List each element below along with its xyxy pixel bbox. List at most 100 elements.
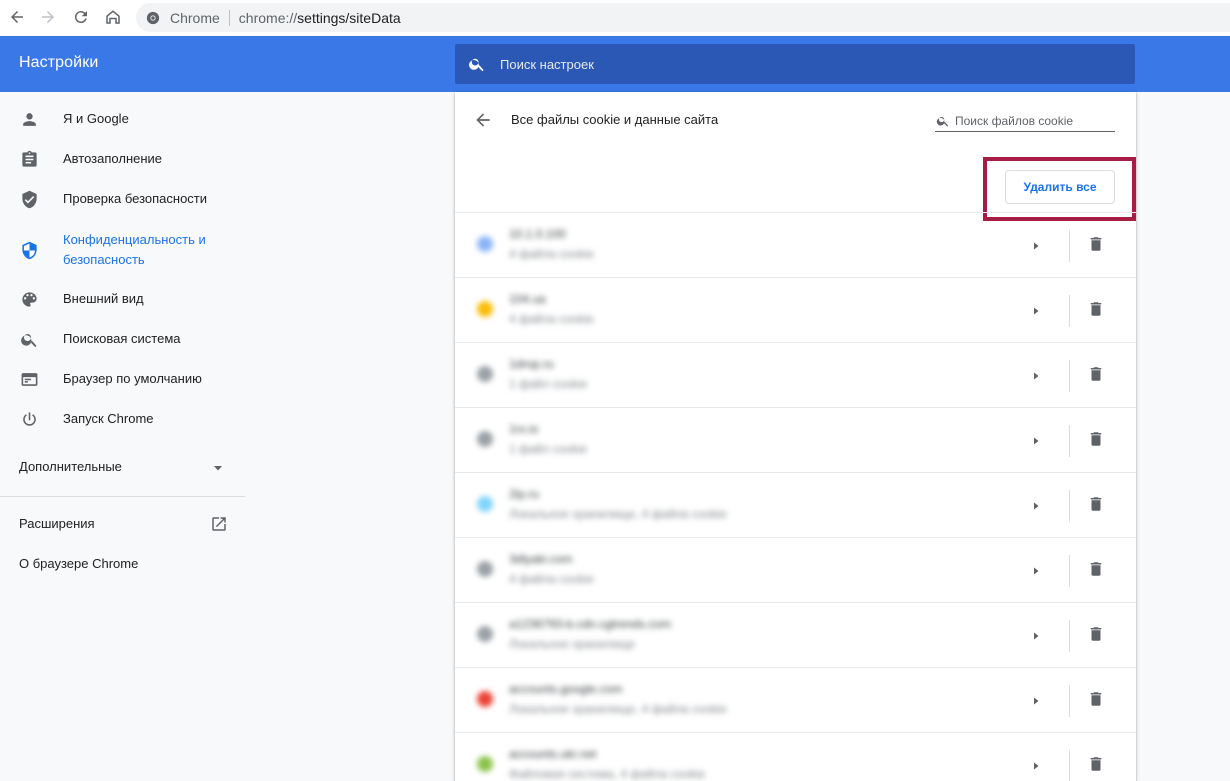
- cookie-search-box[interactable]: [935, 110, 1115, 132]
- page-title: Настройки: [19, 54, 99, 71]
- arrow-right-icon[interactable]: [1029, 434, 1043, 448]
- sidebar-advanced-toggle[interactable]: Дополнительные: [0, 447, 245, 487]
- site-favicon: [477, 561, 493, 577]
- trash-icon[interactable]: [1087, 625, 1105, 643]
- shield-check-icon: [19, 189, 39, 209]
- site-row[interactable]: 2ip.ru Локальное хранилище, 4 файла cooki…: [455, 472, 1136, 537]
- sidebar-item-label: Запуск Chrome: [63, 411, 154, 426]
- sidebar-item-default-browser[interactable]: Браузер по умолчанию: [0, 359, 245, 399]
- back-button[interactable]: [1, 1, 33, 33]
- arrow-right-icon[interactable]: [1029, 694, 1043, 708]
- site-info: accounts.ukr.net Файловая система, 4 файл…: [455, 733, 841, 781]
- sidebar-item-safety-check[interactable]: Проверка безопасности: [0, 179, 245, 219]
- power-icon: [19, 409, 39, 429]
- site-row[interactable]: 104.ua 4 файла cookie: [455, 277, 1136, 342]
- browser-toolbar: Chrome chrome://settings/siteData: [0, 0, 1230, 36]
- site-favicon: [477, 236, 493, 252]
- site-detail: Локальное хранилище: [509, 637, 636, 651]
- trash-icon[interactable]: [1087, 495, 1105, 513]
- site-detail: Локальное хранилище, 4 файла cookie: [509, 702, 727, 716]
- arrow-right-icon[interactable]: [1029, 564, 1043, 578]
- sidebar-item-you-and-google[interactable]: Я и Google: [0, 99, 245, 139]
- settings-search-box[interactable]: [455, 44, 1135, 84]
- site-row[interactable]: 1drop.ru 1 файл cookie: [455, 342, 1136, 407]
- back-arrow-icon: [11, 11, 23, 23]
- site-info: 10.1.0.100 4 файла cookie: [455, 213, 841, 277]
- forward-arrow-icon: [42, 11, 54, 23]
- omnibox-divider: [228, 9, 230, 26]
- sidebar-item-about-chrome[interactable]: О браузере Chrome: [0, 544, 245, 584]
- sidebar-item-autofill[interactable]: Автозаполнение: [0, 139, 245, 179]
- row-divider: [1069, 620, 1070, 652]
- site-favicon: [477, 626, 493, 642]
- arrow-right-icon[interactable]: [1029, 304, 1043, 318]
- site-info: 1drop.ru 1 файл cookie: [455, 343, 841, 407]
- site-detail: 1 файл cookie: [509, 442, 588, 456]
- remove-all-button[interactable]: Удалить все: [1005, 170, 1115, 204]
- row-divider: [1069, 490, 1070, 522]
- trash-icon[interactable]: [1087, 300, 1105, 318]
- arrow-right-icon[interactable]: [1029, 759, 1043, 773]
- search-icon: [469, 58, 484, 72]
- site-row[interactable]: 3dlyaki.com 4 файла cookie: [455, 537, 1136, 602]
- site-row[interactable]: accounts.google.com Локальное хранилище, …: [455, 667, 1136, 732]
- site-name: accounts.google.com: [509, 682, 623, 696]
- sidebar-item-label: Я и Google: [63, 111, 129, 126]
- site-name: a1236793-b.cdn.cgtrends.com: [509, 617, 672, 631]
- sidebar-item-appearance[interactable]: Внешний вид: [0, 279, 245, 319]
- back-arrow-icon[interactable]: [473, 110, 493, 130]
- trash-icon[interactable]: [1087, 560, 1105, 578]
- arrow-right-icon[interactable]: [1029, 629, 1043, 643]
- row-divider: [1069, 295, 1070, 327]
- chrome-logo-icon: [146, 11, 160, 24]
- site-info: accounts.google.com Локальное хранилище, …: [455, 668, 841, 732]
- reload-button[interactable]: [65, 1, 97, 33]
- sidebar-item-extensions[interactable]: Расширения: [0, 504, 245, 544]
- open-in-new-icon: [212, 517, 226, 531]
- row-divider: [1069, 750, 1070, 781]
- site-row[interactable]: 1rx.io 1 файл cookie: [455, 407, 1136, 472]
- trash-icon[interactable]: [1087, 755, 1105, 773]
- site-detail: 4 файла cookie: [509, 572, 594, 586]
- site-favicon: [477, 431, 493, 447]
- advanced-label: Дополнительные: [19, 459, 122, 474]
- site-row[interactable]: accounts.ukr.net Файловая система, 4 файл…: [455, 732, 1136, 781]
- sidebar-item-search-engine[interactable]: Поисковая система: [0, 319, 245, 359]
- forward-button[interactable]: [32, 1, 64, 33]
- site-name: 10.1.0.100: [509, 227, 566, 241]
- row-divider: [1069, 360, 1070, 392]
- site-favicon: [477, 756, 493, 772]
- row-divider: [1069, 230, 1070, 262]
- row-divider: [1069, 425, 1070, 457]
- browser-window-icon: [19, 369, 39, 389]
- sidebar-item-label-line2: безопасность: [63, 252, 145, 267]
- site-row[interactable]: a1236793-b.cdn.cgtrends.com Локальное хра…: [455, 602, 1136, 667]
- url-path: settings/siteData: [297, 9, 401, 26]
- arrow-right-icon[interactable]: [1029, 499, 1043, 513]
- site-name: Chrome: [170, 9, 220, 26]
- arrow-right-icon[interactable]: [1029, 369, 1043, 383]
- settings-header: Настройки: [0, 36, 1230, 92]
- site-info: 2ip.ru Локальное хранилище, 4 файла cooki…: [455, 473, 841, 537]
- home-button[interactable]: [97, 1, 129, 33]
- site-row[interactable]: 10.1.0.100 4 файла cookie: [455, 212, 1136, 277]
- trash-icon[interactable]: [1087, 430, 1105, 448]
- site-info: 104.ua 4 файла cookie: [455, 278, 841, 342]
- trash-icon[interactable]: [1087, 365, 1105, 383]
- address-bar[interactable]: Chrome chrome://settings/siteData: [136, 3, 1230, 32]
- subpage-title: Все файлы cookie и данные сайта: [511, 112, 719, 127]
- site-info: a1236793-b.cdn.cgtrends.com Локальное хра…: [455, 603, 841, 667]
- site-info: 1rx.io 1 файл cookie: [455, 408, 841, 472]
- site-name: accounts.ukr.net: [509, 747, 597, 761]
- sidebar-item-label: Автозаполнение: [63, 151, 163, 166]
- sidebar-item-label: Поисковая система: [63, 331, 181, 346]
- arrow-right-icon[interactable]: [1029, 239, 1043, 253]
- settings-search-input[interactable]: [500, 56, 1100, 72]
- cookie-search-input[interactable]: [955, 113, 1110, 128]
- trash-icon[interactable]: [1087, 690, 1105, 708]
- sidebar-item-on-startup[interactable]: Запуск Chrome: [0, 399, 245, 439]
- trash-icon[interactable]: [1087, 235, 1105, 253]
- sidebar-item-privacy-security[interactable]: Конфиденциальность и безопасность: [0, 229, 245, 271]
- home-icon: [106, 10, 120, 24]
- search-icon: [19, 329, 39, 349]
